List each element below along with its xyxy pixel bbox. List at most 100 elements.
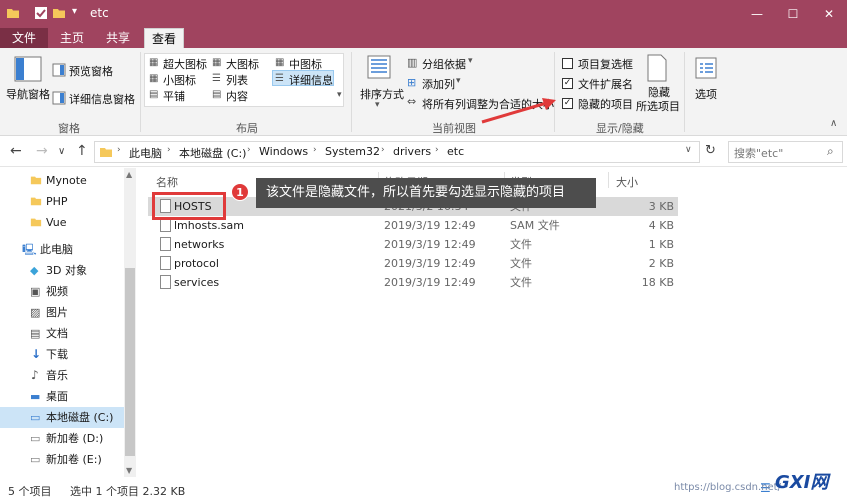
tab-share[interactable]: 共享 xyxy=(96,28,140,48)
search-input[interactable]: 搜索"etc" ⌕ xyxy=(728,141,843,163)
breadcrumb-chevron-icon: › xyxy=(247,145,251,155)
ribbon-tabs: 文件 主页 共享 查看 xyxy=(0,28,847,48)
breadcrumb-drivers[interactable]: drivers xyxy=(393,145,431,158)
column-separator[interactable] xyxy=(608,172,609,188)
list-icon: ☰ xyxy=(212,73,221,84)
file-name: networks xyxy=(174,238,225,251)
file-size: 18 KB xyxy=(641,276,674,289)
layout-list[interactable]: 列表 xyxy=(226,72,248,88)
nav-item-downloads[interactable]: ↓ 下载 xyxy=(0,344,124,365)
ribbon-separator xyxy=(140,52,141,132)
selection-info: 选中 1 个项目 2.32 KB xyxy=(70,485,186,498)
hide-selected-line2[interactable]: 所选项目 xyxy=(636,98,680,114)
nav-item-drive-d[interactable]: ▭ 新加卷 (D:) xyxy=(0,428,124,449)
site-logo: GXI网 xyxy=(775,472,829,493)
nav-item-this-pc[interactable]: 🖳 此电脑 xyxy=(0,239,124,260)
layout-xlarge-icons[interactable]: 超大图标 xyxy=(163,56,207,72)
nav-item-label: Mynote xyxy=(46,174,87,187)
nav-item-desktop[interactable]: ▬ 桌面 xyxy=(0,386,124,407)
nav-item-label: 音乐 xyxy=(46,369,68,382)
breadcrumb-system32[interactable]: System32 xyxy=(325,145,380,158)
tiles-icon: ▤ xyxy=(149,89,159,100)
tab-file[interactable]: 文件 xyxy=(0,28,48,48)
nav-item-music[interactable]: ♪ 音乐 xyxy=(0,365,124,386)
scroll-up-icon[interactable]: ▲ xyxy=(126,170,132,179)
nav-scrollbar-thumb[interactable] xyxy=(125,268,135,456)
annotation-badge: 1 xyxy=(231,183,249,201)
tab-view[interactable]: 查看 xyxy=(144,28,184,48)
nav-item-pictures[interactable]: ▨ 图片 xyxy=(0,302,124,323)
layout-small-icons[interactable]: 小图标 xyxy=(163,72,196,88)
new-folder-icon[interactable] xyxy=(52,6,66,20)
scroll-down-icon[interactable]: ▼ xyxy=(126,466,132,475)
address-dropdown-icon[interactable]: ∨ xyxy=(685,145,692,155)
panes-group-label: 窗格 xyxy=(58,122,80,135)
minimize-button[interactable]: — xyxy=(739,0,775,28)
file-row-services[interactable]: services 2019/3/19 12:49 文件 18 KB xyxy=(148,273,678,292)
nav-item-label: 视频 xyxy=(46,285,68,298)
back-arrow-icon[interactable]: ← xyxy=(10,143,22,159)
refresh-icon[interactable]: ↻ xyxy=(705,143,716,158)
nav-item-documents[interactable]: ▤ 文档 xyxy=(0,323,124,344)
large-icons-icon: ▦ xyxy=(212,57,222,68)
nav-item-drive-c[interactable]: ▭ 本地磁盘 (C:) xyxy=(0,407,124,428)
sort-by-button[interactable]: 排序方式 xyxy=(360,86,404,102)
layout-content[interactable]: 内容 xyxy=(226,88,248,104)
breadcrumb-this-pc[interactable]: 此电脑 xyxy=(129,145,162,161)
address-bar[interactable]: › 此电脑 › 本地磁盘 (C:) › Windows › System32 ›… xyxy=(94,141,700,163)
forward-arrow-icon[interactable]: → xyxy=(36,143,48,159)
collapse-ribbon-icon[interactable]: ∧ xyxy=(830,118,837,129)
nav-pane-button[interactable]: 导航窗格 xyxy=(6,86,50,102)
computer-icon: 🖳 xyxy=(22,243,37,256)
search-placeholder: 搜索"etc" xyxy=(734,147,784,160)
file-name: protocol xyxy=(174,257,219,270)
nav-item-php[interactable]: PHP xyxy=(0,191,124,212)
folder-icon xyxy=(30,218,42,227)
drive-icon: ▭ xyxy=(30,453,41,466)
item-checkboxes-checkbox[interactable] xyxy=(562,58,573,69)
recent-chevron-icon[interactable]: ∨ xyxy=(58,146,65,157)
nav-item-vue[interactable]: Vue xyxy=(0,212,124,233)
desktop-icon: ▬ xyxy=(30,390,41,403)
nav-item-drive-e[interactable]: ▭ 新加卷 (E:) xyxy=(0,449,124,470)
group-by-button[interactable]: 分组依据 xyxy=(422,56,466,72)
gallery-more-icon[interactable]: ▾ xyxy=(337,90,342,100)
breadcrumb-chevron-icon: › xyxy=(313,145,317,155)
options-button[interactable]: 选项 xyxy=(695,86,717,102)
file-icon xyxy=(160,218,171,232)
up-arrow-icon[interactable]: ↑ xyxy=(76,143,88,159)
file-extensions-checkbox[interactable]: ✓ xyxy=(562,78,573,89)
maximize-button[interactable]: ☐ xyxy=(775,0,811,28)
nav-item-label: 此电脑 xyxy=(40,243,73,256)
layout-large-icons[interactable]: 大图标 xyxy=(226,56,259,72)
add-column-button[interactable]: 添加列 xyxy=(422,76,455,92)
fit-columns-icon: ⇔ xyxy=(407,95,417,108)
address-row: ← → ∨ ↑ › 此电脑 › 本地磁盘 (C:) › Windows › Sy… xyxy=(0,137,847,167)
close-button[interactable]: ✕ xyxy=(811,0,847,28)
preview-pane-button[interactable]: 预览窗格 xyxy=(69,63,113,79)
show-hide-group-label: 显示/隐藏 xyxy=(596,122,644,135)
tab-home[interactable]: 主页 xyxy=(52,28,92,48)
nav-item-3d-objects[interactable]: ◆ 3D 对象 xyxy=(0,260,124,281)
column-header-name[interactable]: 名称 xyxy=(156,174,178,190)
nav-item-mynote[interactable]: Mynote xyxy=(0,170,124,191)
layout-tiles[interactable]: 平铺 xyxy=(163,88,185,104)
file-row-networks[interactable]: networks 2019/3/19 12:49 文件 1 KB xyxy=(148,235,678,254)
layout-details[interactable]: 详细信息 xyxy=(289,72,333,88)
folder-icon xyxy=(30,176,42,185)
breadcrumb-chevron-icon: › xyxy=(381,145,385,155)
nav-item-videos[interactable]: ▣ 视频 xyxy=(0,281,124,302)
properties-icon[interactable] xyxy=(34,6,48,20)
customize-toolbar-icon[interactable]: ▾ xyxy=(72,6,77,17)
file-size: 4 KB xyxy=(648,219,674,232)
breadcrumb-windows[interactable]: Windows xyxy=(259,145,308,158)
file-row-protocol[interactable]: protocol 2019/3/19 12:49 文件 2 KB xyxy=(148,254,678,273)
breadcrumb-etc[interactable]: etc xyxy=(447,145,464,158)
file-row-lmhosts[interactable]: lmhosts.sam 2019/3/19 12:49 SAM 文件 4 KB xyxy=(148,216,678,235)
nav-item-label: 3D 对象 xyxy=(46,264,87,277)
details-pane-button[interactable]: 详细信息窗格 xyxy=(69,91,135,107)
column-header-size[interactable]: 大小 xyxy=(616,174,638,190)
hidden-items-checkbox[interactable]: ✓ xyxy=(562,98,573,109)
item-count: 5 个项目 xyxy=(8,485,52,498)
breadcrumb-drive-c[interactable]: 本地磁盘 (C:) xyxy=(179,145,246,161)
